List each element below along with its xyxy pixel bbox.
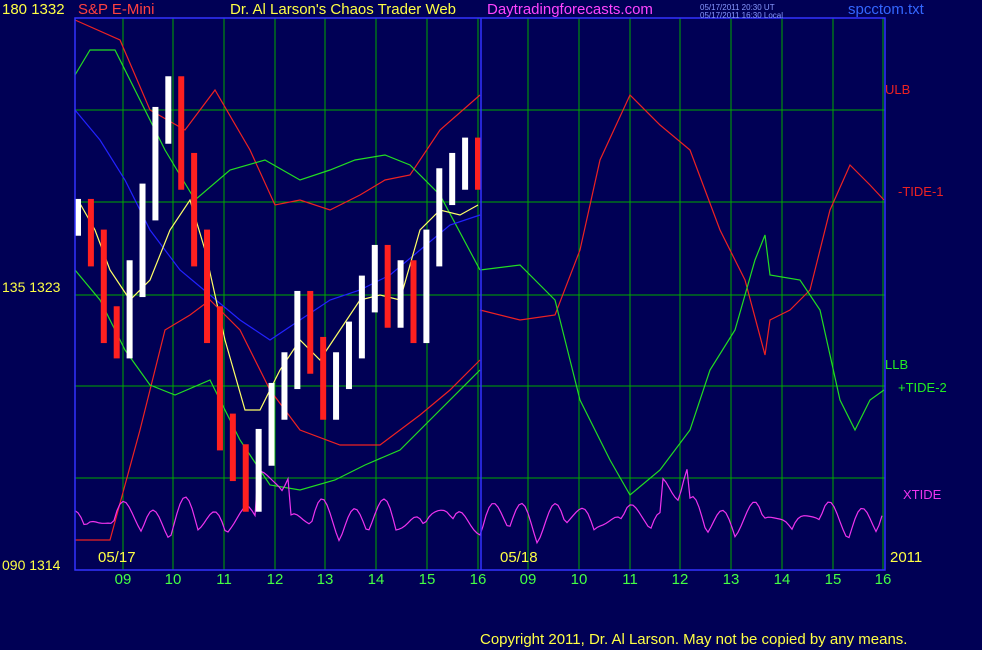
- year-label: 2011: [890, 549, 923, 566]
- label-llb: LLB: [885, 357, 909, 372]
- price-bar: [268, 382, 275, 466]
- x-tick-label: 16: [874, 571, 892, 588]
- price-bar: [229, 413, 236, 482]
- chart-grid: [75, 18, 885, 570]
- y-top-label: 180 1332: [2, 1, 65, 18]
- timestamp-local: 05/17/2011 16:30 Local: [700, 11, 784, 20]
- x-tick-label: 11: [622, 571, 638, 588]
- price-bar: [281, 352, 288, 420]
- series-line-avg: [77, 198, 479, 411]
- price-bar: [178, 76, 185, 190]
- filename-label: spcctom.txt: [848, 1, 924, 18]
- chart-title: Dr. Al Larson's Chaos Trader Web: [230, 1, 457, 18]
- label-tide1: -TIDE-1: [898, 184, 944, 199]
- x-tick-label: 09: [519, 571, 537, 588]
- series-line-tide2: [479, 234, 885, 496]
- x-tick-label: 11: [216, 571, 232, 588]
- series-line-tide1: [479, 93, 885, 356]
- price-bar: [358, 275, 365, 359]
- x-tick-label: 16: [469, 571, 487, 588]
- x-tick-label: 13: [722, 571, 740, 588]
- price-bar: [152, 106, 159, 221]
- series-line-llbB: [74, 269, 481, 491]
- price-bar: [100, 229, 107, 344]
- x-tick-label: 15: [418, 571, 436, 588]
- x-tick-label: 14: [773, 571, 791, 588]
- price-bar: [191, 152, 198, 267]
- series-line-ulb: [74, 19, 481, 211]
- series-line-tide: [74, 109, 481, 341]
- price-bar: [75, 198, 81, 236]
- price-bar: [371, 244, 378, 313]
- price-bar: [462, 137, 469, 190]
- label-xtide: XTIDE: [903, 487, 942, 502]
- x-tick-label: 13: [316, 571, 334, 588]
- y-tick-mid: 135 1323: [2, 279, 61, 295]
- label-ulb: ULB: [885, 82, 911, 97]
- label-tide2: +TIDE-2: [898, 380, 947, 395]
- x-tick-label: 10: [570, 571, 588, 588]
- price-bar: [113, 306, 120, 359]
- date-label-2: 05/18: [500, 549, 538, 566]
- price-bar: [139, 183, 146, 298]
- price-bar: [204, 229, 211, 344]
- plot-frame: [74, 17, 886, 571]
- price-bar: [333, 352, 340, 420]
- price-bar: [449, 152, 456, 206]
- chart-plot-area: [74, 17, 886, 571]
- x-tick-label: 10: [164, 571, 182, 588]
- price-bar: [126, 260, 133, 359]
- series-line-llb: [74, 49, 481, 271]
- price-bar: [255, 428, 262, 512]
- price-bar: [294, 290, 301, 390]
- price-bar: [307, 290, 314, 374]
- price-bar: [165, 76, 172, 144]
- price-bar: [345, 321, 352, 390]
- price-bar: [320, 336, 327, 420]
- x-tick-label: 14: [367, 571, 385, 588]
- chart-series: [74, 19, 885, 545]
- date-label-1: 05/17: [98, 549, 136, 566]
- x-tick-label: 15: [824, 571, 842, 588]
- price-bar: [475, 137, 481, 190]
- series-line-ulbB: [75, 299, 481, 541]
- price-bar: [242, 444, 249, 512]
- price-bar: [436, 168, 443, 267]
- price-bar: [423, 229, 430, 344]
- x-tick-label: 09: [114, 571, 132, 588]
- copyright-footer: Copyright 2011, Dr. Al Larson. May not b…: [480, 631, 908, 648]
- instrument-label: S&P E-Mini: [78, 1, 155, 18]
- price-bar: [87, 198, 94, 267]
- x-tick-label: 12: [266, 571, 284, 588]
- y-tick-bottom: 090 1314: [2, 557, 61, 573]
- price-bar: [216, 306, 223, 451]
- price-bar: [397, 260, 404, 328]
- x-tick-label: 12: [671, 571, 689, 588]
- price-bar: [410, 260, 417, 344]
- price-bar: [384, 244, 391, 328]
- website-label: Daytradingforecasts.com: [487, 1, 653, 18]
